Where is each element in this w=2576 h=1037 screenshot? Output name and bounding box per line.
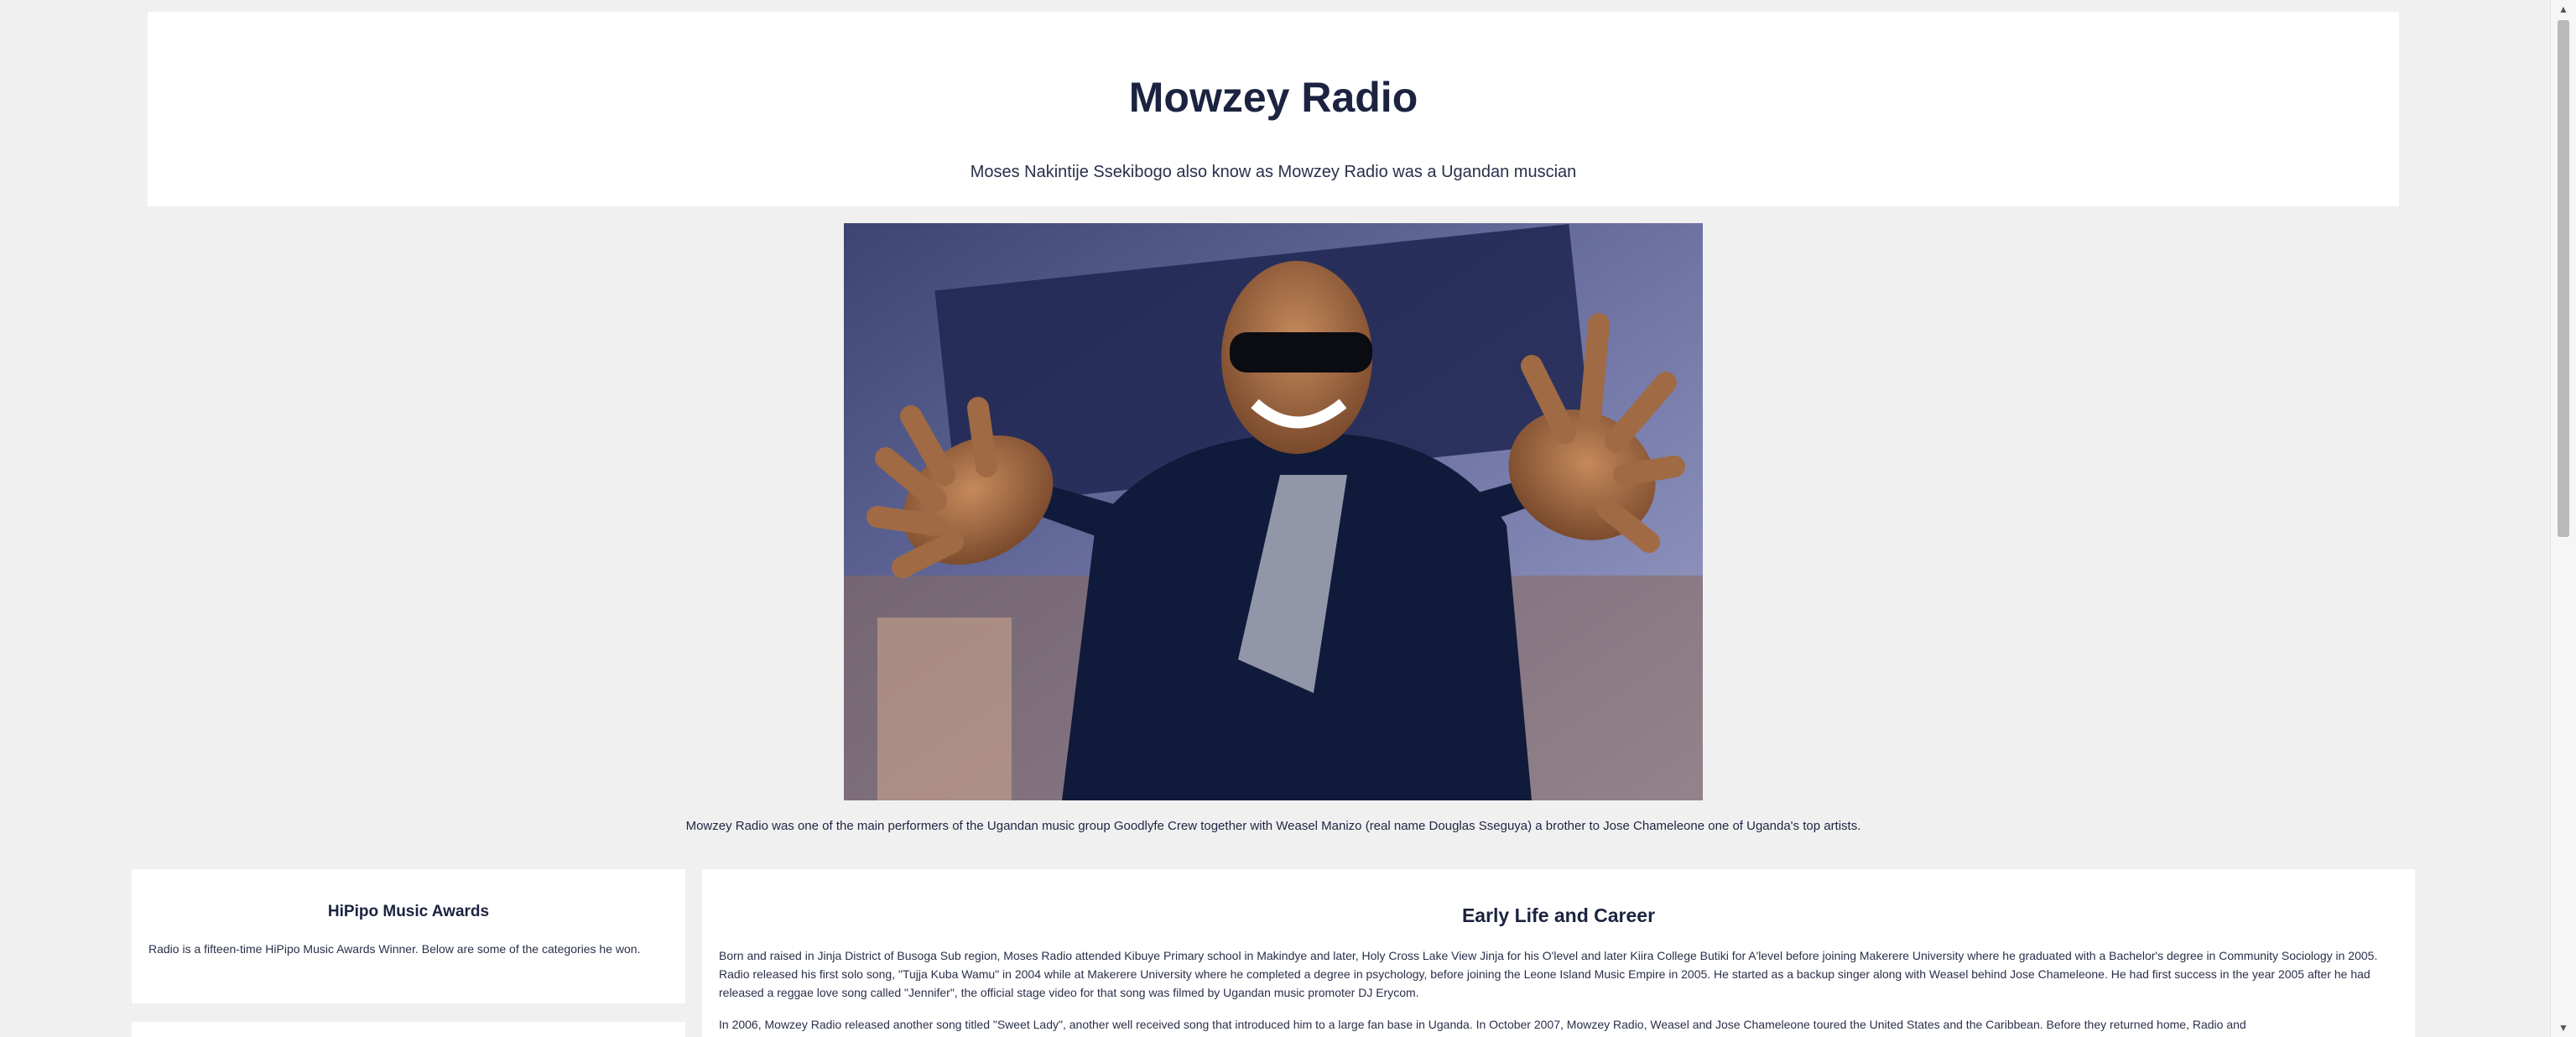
header-card: Mowzey Radio Moses Nakintije Ssekibogo a…	[148, 12, 2399, 206]
section-paragraph: In 2006, Mowzey Radio released another s…	[719, 1018, 2246, 1031]
page-subtitle: Moses Nakintije Ssekibogo also know as M…	[970, 163, 1577, 181]
awards-card: HiPipo Music Awards Radio is a fifteen-t…	[132, 869, 685, 1003]
scrollbar-thumb[interactable]	[2558, 20, 2569, 537]
sidebar-card-next	[132, 1022, 685, 1037]
vertical-scrollbar[interactable]: ▲ ▼	[2550, 0, 2576, 1037]
hero-caption: Mowzey Radio was one of the main perform…	[685, 819, 1861, 833]
page-title: Mowzey Radio	[1128, 74, 1418, 121]
awards-title: HiPipo Music Awards	[327, 903, 490, 920]
awards-text: Radio is a fifteen-time HiPipo Music Awa…	[148, 942, 641, 956]
scroll-up-arrow-icon[interactable]: ▲	[2551, 0, 2576, 18]
section-paragraph: Born and raised in Jinja District of Bus…	[719, 949, 2378, 999]
hero-photo	[844, 223, 1703, 800]
early-life-card: Early Life and Career Born and raised in…	[702, 869, 2415, 1037]
scroll-down-arrow-icon[interactable]: ▼	[2551, 1019, 2576, 1037]
page: Mowzey Radio Moses Nakintije Ssekibogo a…	[0, 0, 2576, 1037]
section-title: Early Life and Career	[1461, 904, 1656, 926]
